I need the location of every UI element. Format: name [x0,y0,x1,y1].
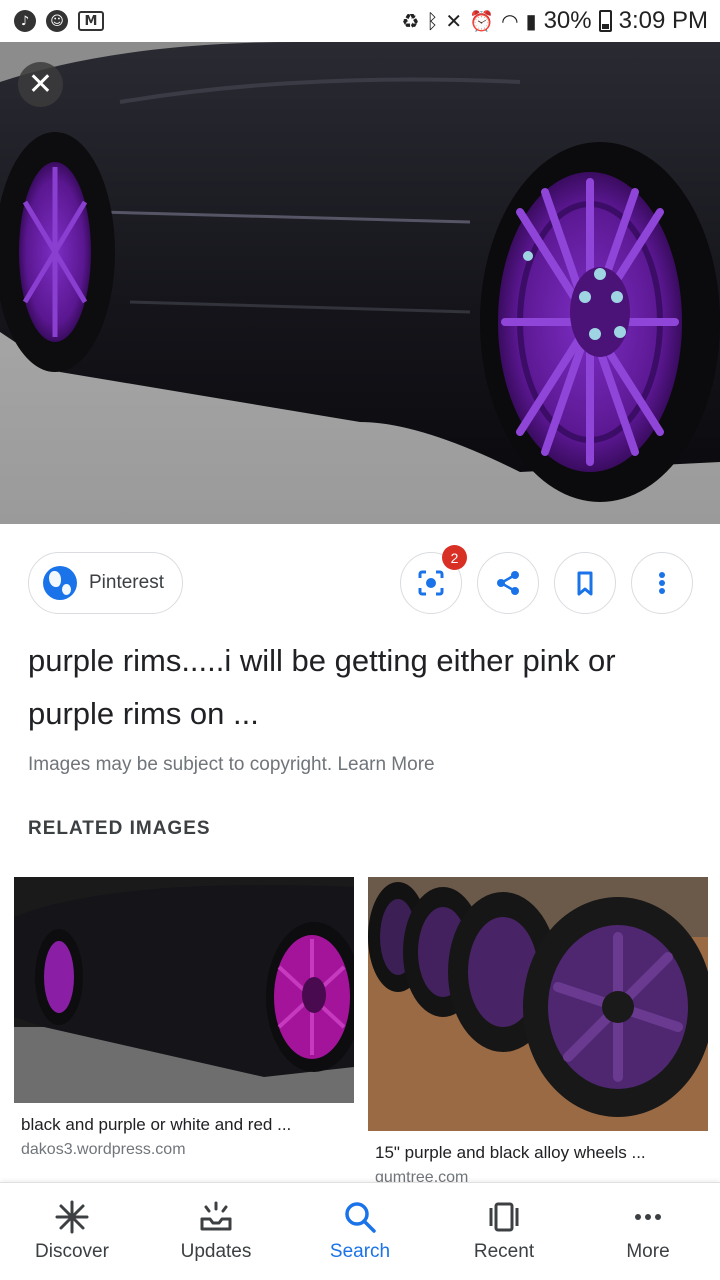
nav-search[interactable]: Search [288,1183,432,1280]
clock: 3:09 PM [618,7,708,34]
bottom-nav: Discover Updates Search Recent More [0,1182,720,1280]
battery-icon [598,10,612,32]
source-label: Pinterest [89,572,164,593]
learn-more-link[interactable]: Learn More [337,754,434,775]
nav-more[interactable]: More [576,1183,720,1280]
status-bar: ♪ ☺ M ♻ ᛒ ✕ ⏰ ◠ ▮ 30% 3:09 PM [0,0,720,42]
close-button[interactable]: ✕ [18,62,63,107]
recycle-icon: ♻ [401,9,420,33]
nav-label: Recent [473,1241,535,1262]
save-button[interactable] [554,552,616,614]
nav-recent[interactable]: Recent [432,1183,576,1280]
battery-percent: 30% [543,7,592,34]
related-thumbnail[interactable] [14,877,354,1103]
nav-label: More [626,1241,670,1262]
lens-button[interactable]: 2 [400,545,467,614]
mute-icon: ✕ [445,9,463,33]
lens-icon [418,570,444,596]
notification-icons: ♪ ☺ M [14,10,104,32]
signal-icon: ▮ [525,9,537,33]
asterisk-icon [55,1200,89,1234]
wifi-icon: ◠ [501,9,519,33]
related-caption: 15" purple and black alloy wheels ... [375,1143,646,1162]
copyright-text: Images may be subject to copyright. [28,754,333,775]
nav-discover[interactable]: Discover [0,1183,144,1280]
search-icon [345,1202,376,1233]
more-vert-icon [659,572,665,594]
system-icons: ♻ ᛒ ✕ ⏰ ◠ ▮ 30% 3:09 PM [401,7,708,35]
related-thumbnail[interactable] [368,877,708,1131]
share-icon [497,571,519,595]
result-title[interactable]: purple rims.....i will be getting either… [28,634,668,740]
globe-icon [43,566,77,600]
related-images-heading: RELATED IMAGES [28,818,211,839]
alarm-icon: ⏰ [469,9,495,33]
gmail-icon: M [78,11,104,31]
nav-label: Updates [180,1241,252,1262]
music-icon: ♪ [14,10,36,32]
recent-tabs-icon [489,1202,519,1232]
copyright-notice: Images may be subject to copyright. Lear… [28,754,435,776]
related-image-card[interactable]: black and purple or white and red ... da… [14,877,354,1159]
smiley-icon: ☺ [46,10,68,32]
nav-label: Discover [35,1241,109,1262]
bookmark-icon [577,571,593,596]
inbox-updates-icon [200,1201,232,1231]
related-domain: dakos3.wordpress.com [21,1141,186,1158]
more-options-button[interactable] [631,552,693,614]
nav-label: Search [329,1241,391,1262]
screen: ♪ ☺ M ♻ ᛒ ✕ ⏰ ◠ ▮ 30% 3:09 PM ✕ Pinteres… [0,0,720,1280]
more-dots-icon [635,1214,661,1220]
bluetooth-icon: ᛒ [426,9,439,33]
share-button[interactable] [477,552,539,614]
source-chip[interactable]: Pinterest [28,552,183,614]
nav-updates[interactable]: Updates [144,1183,288,1280]
main-image[interactable] [0,42,720,524]
badge-count: 2 [442,545,467,570]
car-photo [0,42,720,524]
close-icon: ✕ [27,67,54,102]
related-caption: black and purple or white and red ... [21,1115,292,1134]
related-image-card[interactable]: 15" purple and black alloy wheels ... gu… [368,877,708,1187]
